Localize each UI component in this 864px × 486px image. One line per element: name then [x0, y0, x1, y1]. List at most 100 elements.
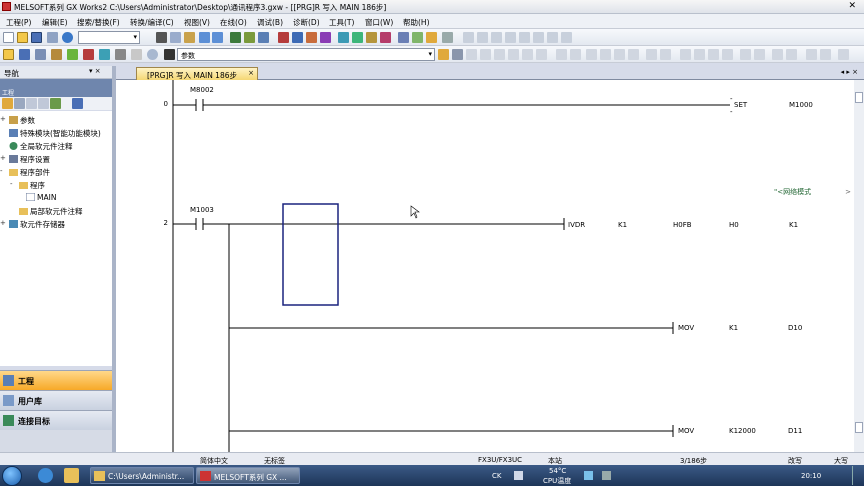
tree-item-program[interactable]: - 程序	[10, 180, 45, 191]
search-device-icon[interactable]	[230, 32, 241, 43]
open-project-icon[interactable]	[17, 32, 28, 43]
expander[interactable]: +	[0, 219, 6, 227]
print-icon[interactable]	[47, 32, 58, 43]
show-desktop-button[interactable]	[852, 466, 864, 485]
device-test-icon[interactable]	[366, 32, 377, 43]
ladder-invert-icon[interactable]	[522, 49, 533, 60]
tree-item-parameter[interactable]: + 参数	[0, 115, 35, 126]
ladder-guide-icon[interactable]	[806, 49, 817, 60]
zoom-icon[interactable]	[426, 32, 437, 43]
simulation-icon[interactable]	[380, 32, 391, 43]
tray-volume-icon[interactable]	[602, 471, 611, 480]
tab-main-program[interactable]: [PRG]R 写入 MAIN 186步 ×	[136, 67, 258, 80]
menu-find-replace[interactable]: 搜索/替换(F)	[77, 17, 120, 28]
monitor-start-icon[interactable]	[338, 32, 349, 43]
ladder-grid-icon[interactable]	[820, 49, 831, 60]
ladder-tool-close-contact-icon[interactable]	[477, 32, 488, 43]
sort-icon[interactable]	[72, 98, 83, 109]
copy-item-icon[interactable]	[26, 98, 37, 109]
ladder-note-icon[interactable]	[614, 49, 625, 60]
copy-icon[interactable]	[170, 32, 181, 43]
find-replace-icon[interactable]	[244, 32, 255, 43]
tool-icon[interactable]	[164, 49, 175, 60]
menu-help[interactable]: 帮助(H)	[403, 17, 430, 28]
navigation-options-grip[interactable]	[0, 430, 112, 452]
tray-clock[interactable]: 20:10	[801, 472, 821, 480]
paste-item-icon[interactable]	[38, 98, 49, 109]
tree-item-main[interactable]: MAIN	[25, 192, 56, 202]
ladder-fall-parallel-icon[interactable]	[508, 49, 519, 60]
device-comment-icon[interactable]	[438, 49, 449, 60]
online-change-icon[interactable]	[115, 49, 126, 60]
task-explorer-window[interactable]: C:\Users\Administr...	[90, 467, 194, 484]
data-name-combo[interactable]: 参数 ▾	[177, 48, 435, 61]
expander[interactable]: +	[0, 115, 6, 123]
menu-diagnostics[interactable]: 诊断(D)	[293, 17, 320, 28]
intelligent-module-icon[interactable]	[99, 49, 110, 60]
task-gxworks-window[interactable]: MELSOFT系列 GX ...	[196, 467, 300, 484]
ladder-statement-icon[interactable]	[600, 49, 611, 60]
start-button-icon[interactable]	[2, 466, 22, 486]
ladder-erase-line-icon[interactable]	[570, 49, 581, 60]
ladder-tool-hline-icon[interactable]	[533, 32, 544, 43]
read-from-plc-icon[interactable]	[278, 32, 289, 43]
explorer-icon[interactable]	[64, 468, 79, 483]
window-tile-icon[interactable]	[398, 32, 409, 43]
nav-button-connection[interactable]: 连接目标	[0, 410, 112, 430]
tray-network-icon[interactable]	[514, 471, 523, 480]
tree-item-global-comment[interactable]: 全局软元件注释	[0, 141, 73, 152]
ladder-label-icon[interactable]	[628, 49, 639, 60]
window-cascade-icon[interactable]	[412, 32, 423, 43]
ladder-tool-parallel-icon[interactable]	[491, 32, 502, 43]
undo-icon[interactable]	[199, 32, 210, 43]
tray-app-icon[interactable]	[584, 471, 593, 480]
menu-view[interactable]: 视图(V)	[184, 17, 210, 28]
toolbar-options-icon[interactable]	[838, 49, 849, 60]
navigation-toggle-icon[interactable]	[3, 49, 14, 60]
menu-project[interactable]: 工程(P)	[6, 17, 31, 28]
cut-icon[interactable]	[156, 32, 167, 43]
toolbar-options-icon[interactable]	[452, 49, 463, 60]
menu-window[interactable]: 窗口(W)	[365, 17, 393, 28]
tree-item-device-memory[interactable]: + 软元件存储器	[0, 219, 65, 230]
new-project-icon[interactable]	[3, 32, 14, 43]
scroll-down-icon[interactable]	[855, 422, 863, 433]
ladder-monitor-icon[interactable]	[694, 49, 705, 60]
ladder-fb-icon[interactable]	[786, 49, 797, 60]
device-list-icon[interactable]	[67, 49, 78, 60]
menu-edit[interactable]: 编辑(E)	[42, 17, 68, 28]
toolbar-options-icon[interactable]	[442, 32, 453, 43]
remote-operation-icon[interactable]	[320, 32, 331, 43]
pin-icon[interactable]: ▾ ×	[89, 67, 101, 75]
cross-ref-window-icon[interactable]	[51, 49, 62, 60]
menu-convert-compile[interactable]: 转换/编译(C)	[130, 17, 174, 28]
write-to-plc-icon[interactable]	[292, 32, 303, 43]
menu-online[interactable]: 在线(O)	[220, 17, 247, 28]
close-icon[interactable]: ×	[248, 69, 254, 77]
ladder-diagram[interactable]: 0 M8002 - - SET M1000 "<网络模式 > 2 M1003 I…	[116, 80, 854, 452]
expander[interactable]: -	[0, 167, 3, 175]
ladder-read-mode-icon[interactable]	[722, 49, 733, 60]
tree-item-program-parts[interactable]: - 程序部件	[0, 167, 50, 178]
tray-ime[interactable]: CK	[492, 472, 501, 480]
tab-navigation-icon[interactable]: ◂ ▸ ×	[841, 68, 858, 76]
ladder-view-mode-icon[interactable]	[680, 49, 691, 60]
tree-item-special-module[interactable]: 特殊模块(智能功能模块)	[0, 128, 101, 139]
ladder-pulse-icon[interactable]	[536, 49, 547, 60]
ladder-tool-instruction-icon[interactable]	[519, 32, 530, 43]
ladder-convert-icon[interactable]	[740, 49, 751, 60]
ladder-tool-coil-icon[interactable]	[505, 32, 516, 43]
ladder-convert-all-icon[interactable]	[754, 49, 765, 60]
element-list-icon[interactable]	[19, 49, 30, 60]
history-icon[interactable]	[147, 49, 158, 60]
nav-button-user-library[interactable]: 用户库	[0, 390, 112, 410]
verify-plc-icon[interactable]	[306, 32, 317, 43]
expander[interactable]: +	[0, 154, 6, 162]
ladder-tool-delete-line-icon[interactable]	[561, 32, 572, 43]
nav-button-project[interactable]: 工程	[0, 370, 112, 390]
monitor-stop-icon[interactable]	[352, 32, 363, 43]
cross-reference-icon[interactable]	[258, 32, 269, 43]
ladder-write-mode-icon[interactable]	[708, 49, 719, 60]
scroll-up-icon[interactable]	[855, 92, 863, 103]
paste-icon[interactable]	[184, 32, 195, 43]
